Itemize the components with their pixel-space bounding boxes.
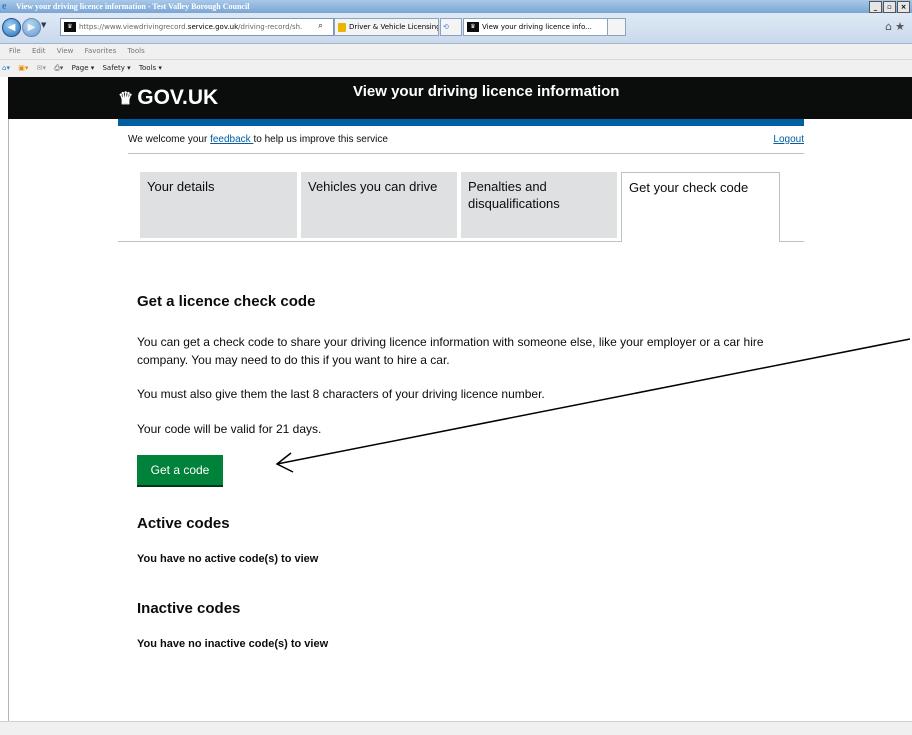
status-bar [0, 721, 912, 735]
tab-check-code[interactable]: Get your check code [621, 172, 780, 242]
annotation-arrow [275, 338, 911, 473]
